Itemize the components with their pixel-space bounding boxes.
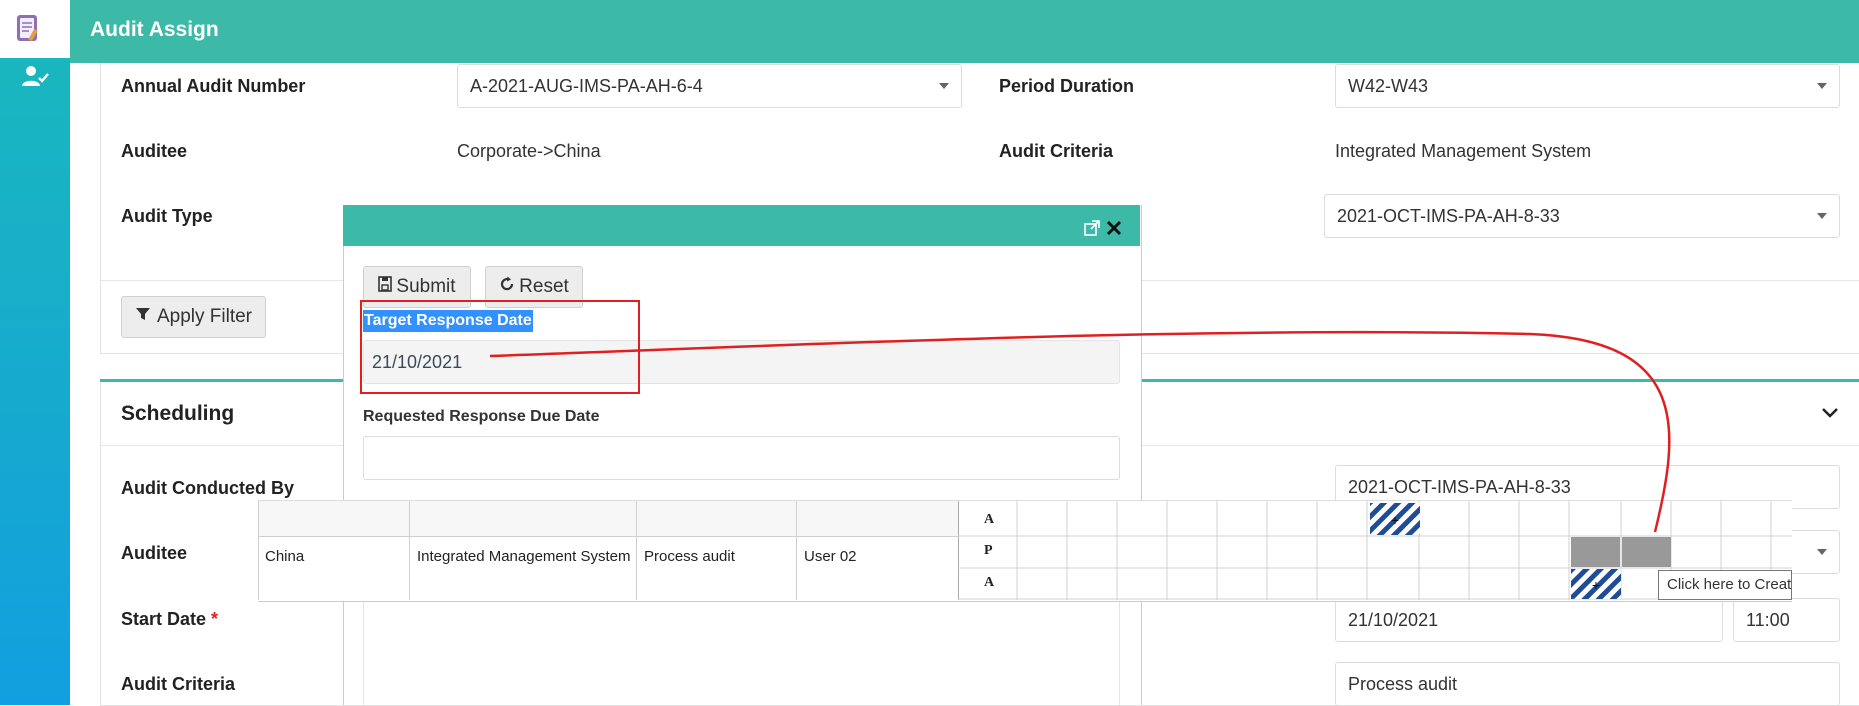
modal-header: [343, 205, 1140, 246]
start-date-label-text: Start Date: [121, 609, 207, 629]
grid-line: [409, 501, 410, 600]
plus-icon[interactable]: +: [1592, 577, 1600, 593]
grid-line: [258, 501, 259, 600]
annual-audit-number-value: A-2021-AUG-IMS-PA-AH-6-4: [470, 75, 703, 96]
external-link-icon[interactable]: [1084, 220, 1100, 241]
audit-criteria-label: Audit Criteria: [999, 141, 1114, 161]
tooltip: Click here to Create: [1658, 570, 1792, 600]
save-icon: [378, 276, 393, 298]
close-icon[interactable]: [1106, 220, 1122, 241]
audit-type-label: Audit Type: [121, 206, 213, 226]
auditee-value: Corporate->China: [457, 141, 601, 161]
refresh-icon: [499, 276, 515, 298]
modal-textarea[interactable]: [363, 600, 1120, 705]
period-duration-select[interactable]: W42-W43: [1335, 64, 1840, 108]
audit-type-select[interactable]: 2021-OCT-IMS-PA-AH-8-33: [1324, 194, 1840, 238]
start-date-input[interactable]: 21/10/2021: [1335, 598, 1723, 642]
audit-type-value: 2021-OCT-IMS-PA-AH-8-33: [1337, 205, 1560, 226]
scheduling-audit-criteria-label: Audit Criteria: [121, 674, 236, 694]
period-duration-label: Period Duration: [999, 76, 1135, 96]
scheduling-audit-criteria-value: Process audit: [1348, 673, 1458, 694]
auditee-label: Auditee: [121, 141, 188, 161]
annual-audit-number-select[interactable]: A-2021-AUG-IMS-PA-AH-6-4: [457, 64, 962, 108]
submit-label: Submit: [396, 276, 456, 297]
scheduling-auditee-label: Auditee: [121, 543, 188, 563]
grid-cell-auditee: China: [265, 548, 305, 565]
chevron-down-icon: [1817, 549, 1827, 555]
scheduling-title: Scheduling: [121, 402, 235, 425]
document-icon[interactable]: [14, 12, 42, 44]
chevron-down-icon: [939, 83, 949, 89]
start-time-value: 11:00: [1746, 609, 1790, 630]
required-marker: *: [211, 609, 219, 629]
reset-label: Reset: [519, 276, 569, 297]
filter-icon: [135, 306, 151, 328]
start-date-label: Start Date *: [121, 609, 218, 630]
sidebar: [0, 0, 70, 705]
scheduling-audit-criteria-field[interactable]: Process audit: [1335, 662, 1840, 706]
annual-audit-number-label: Annual Audit Number: [121, 76, 306, 96]
collapse-chevron-icon[interactable]: [1820, 402, 1840, 427]
chevron-down-icon: [1817, 83, 1827, 89]
audit-criteria-value: Integrated Management System: [1335, 141, 1592, 161]
audit-conducted-by-label: Audit Conducted By: [121, 478, 294, 498]
annotation-arrow: [489, 330, 1671, 533]
apply-filter-button[interactable]: Apply Filter: [121, 296, 266, 338]
page-title: Audit Assign: [90, 18, 219, 41]
apply-filter-label: Apply Filter: [156, 306, 253, 327]
user-check-icon[interactable]: [20, 64, 50, 90]
start-time-input[interactable]: 11:00: [1733, 598, 1840, 642]
start-date-value: 21/10/2021: [1348, 609, 1439, 630]
chevron-down-icon: [1817, 213, 1827, 219]
page-header: [70, 0, 1859, 63]
period-duration-value: W42-W43: [1348, 75, 1429, 96]
